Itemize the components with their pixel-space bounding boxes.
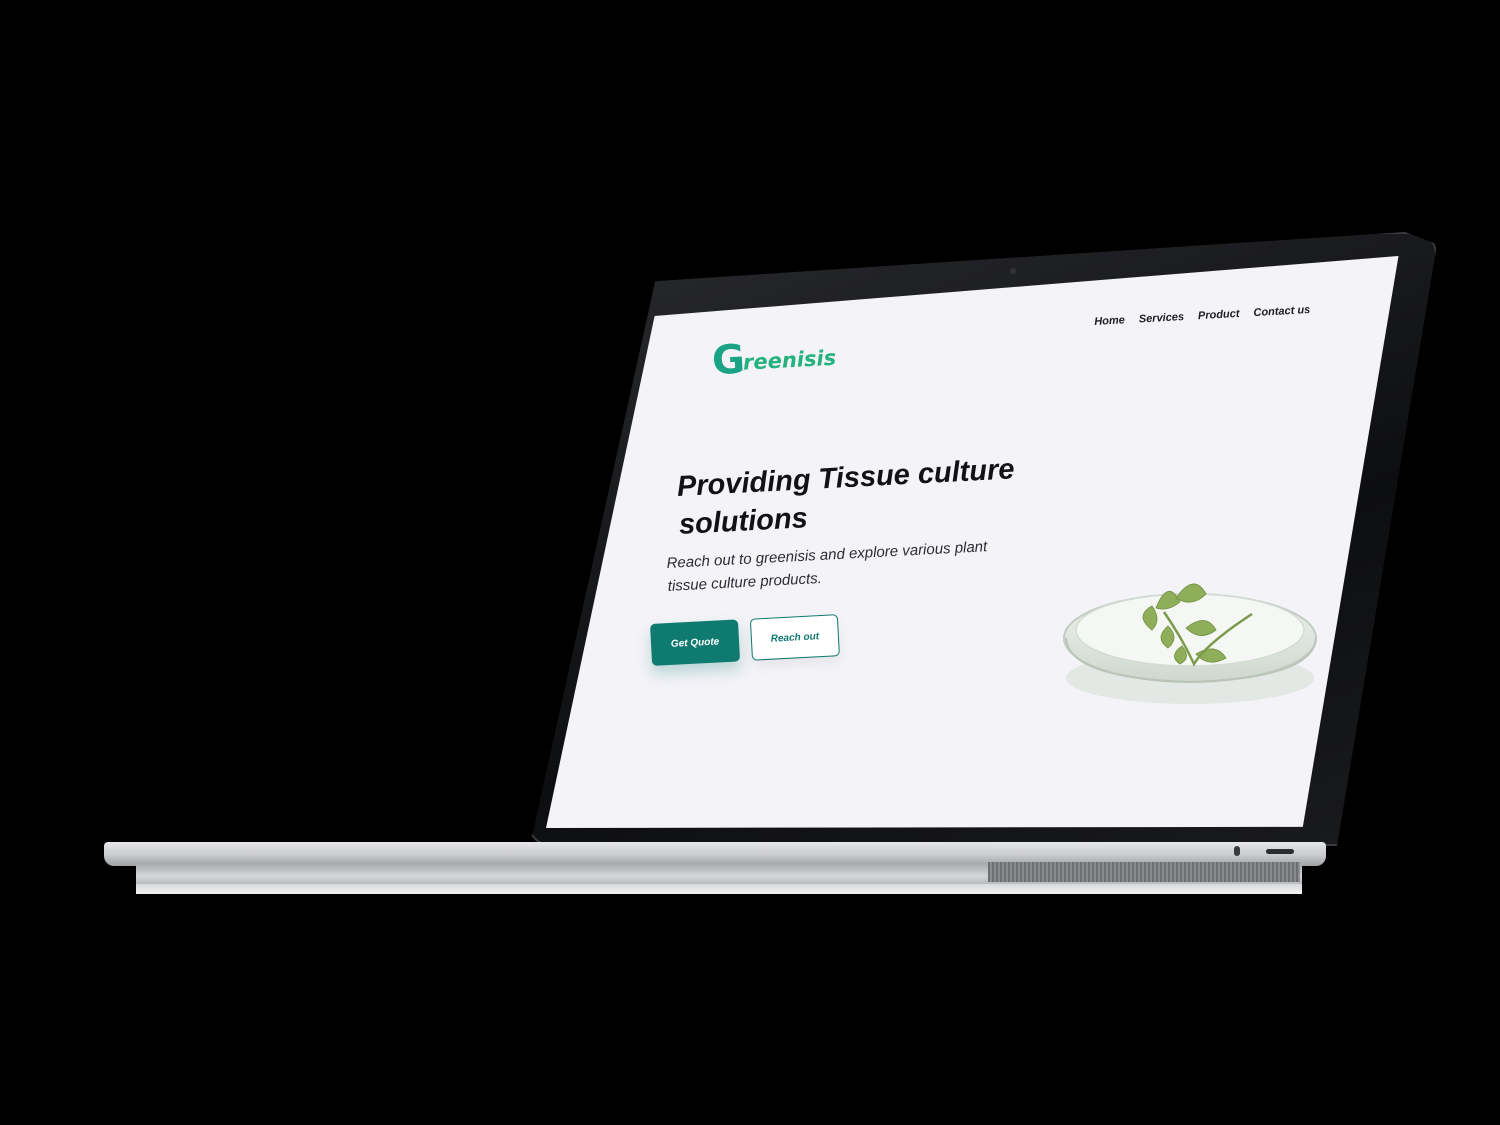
landing-page: G reenisis Home Services Product Contact… [546, 256, 1399, 828]
hero-buttons: Get Quote Reach out [650, 614, 840, 666]
greenisis-logo[interactable]: G reenisis [710, 335, 837, 385]
nav-home[interactable]: Home [1094, 314, 1125, 328]
laptop-shadow [136, 884, 1302, 894]
nav-contact-us[interactable]: Contact us [1253, 304, 1310, 319]
laptop-screen: G reenisis Home Services Product Contact… [546, 256, 1399, 828]
top-nav: Home Services Product Contact us [1094, 304, 1311, 328]
usb-port-icon [1266, 849, 1294, 854]
logo-letter: G [710, 336, 747, 385]
get-quote-button[interactable]: Get Quote [650, 619, 741, 666]
hero-title: Providing Tissue culture solutions [676, 453, 1016, 541]
indicator-light-icon [1234, 846, 1240, 856]
webcam-icon [1010, 268, 1016, 274]
nav-product[interactable]: Product [1198, 308, 1240, 322]
logo-text: reenisis [742, 345, 837, 375]
hero-subtitle: Reach out to greenisis and explore vario… [666, 538, 988, 595]
petri-dish-plant-icon [1063, 583, 1317, 704]
laptop-mockup: G reenisis Home Services Product Contact… [0, 0, 1500, 1125]
nav-services[interactable]: Services [1138, 311, 1184, 326]
speaker-grille [988, 862, 1300, 882]
reach-out-button[interactable]: Reach out [749, 614, 840, 661]
